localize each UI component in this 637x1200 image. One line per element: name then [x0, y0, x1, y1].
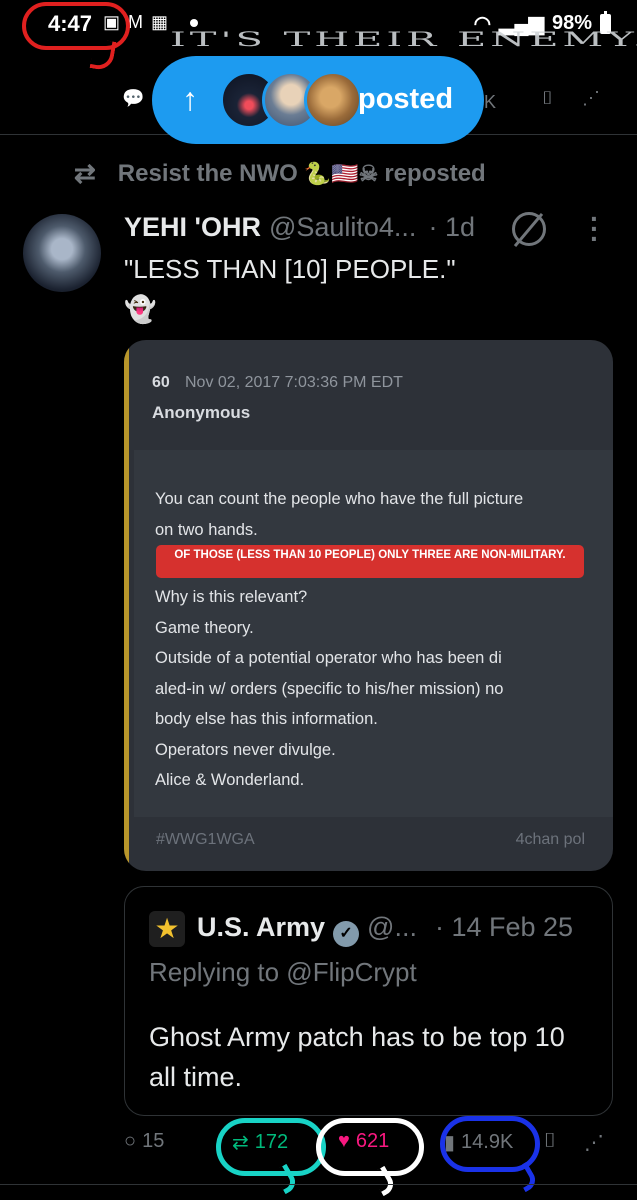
quoted-tweet[interactable]: ★ U.S. Army ✓ @... · 14 Feb 25 Replying … [124, 886, 613, 1116]
share-icon[interactable]: ⋰ [582, 88, 600, 109]
ghost-emoji: 👻 [124, 294, 157, 324]
post-line: Why is this relevant? [155, 588, 308, 606]
bookmark-icon[interactable]: ⌷ [542, 88, 553, 109]
avatar [304, 71, 362, 129]
quoted-tweet-header: U.S. Army ✓ @... · 14 Feb 25 [197, 912, 574, 947]
quoted-author-handle: @... [367, 912, 417, 942]
reposter-emojis: 🐍🇺🇸☠ [303, 160, 379, 186]
post-hashtag: #WWG1WGA [156, 831, 255, 848]
post-line: on two hands. [155, 520, 258, 539]
annotation-circle-cyan [216, 1118, 326, 1176]
bookmark-button[interactable]: ⌷ [544, 1130, 556, 1153]
share-icon: ⋰ [584, 1132, 604, 1154]
new-posts-pill[interactable]: ↑ posted [152, 56, 484, 144]
posted-label: posted [358, 83, 454, 115]
reposter-name: Resist the NWO [117, 159, 298, 187]
author-name[interactable]: YEHI 'OHR [124, 212, 261, 243]
previous-views-count: K [484, 92, 497, 112]
previous-tweet-heading: IT'S THEIR ENEMY. [170, 28, 637, 51]
post-date: Nov 02, 2017 7:03:36 PM EDT [185, 374, 403, 391]
quoted-tweet-time: · 14 Feb 25 [434, 912, 574, 942]
post-body: You can count the people who have the fu… [134, 450, 613, 817]
replying-to: Replying to @FlipCrypt [149, 957, 417, 987]
annotation-circle-white [316, 1118, 424, 1176]
post-highlight-banner: OF THOSE (LESS THAN 10 PEOPLE) ONLY THRE… [156, 545, 584, 578]
image-accent-bar [124, 340, 129, 871]
post-number: 60 [152, 374, 170, 391]
tweet-time[interactable]: · 1d [428, 212, 475, 243]
post-lines-bottom: Why is this relevant? Game theory. Outsi… [155, 582, 595, 796]
bookmark-icon: ⌷ [544, 1130, 556, 1152]
repost-indicator[interactable]: ⇄ Resist the NWO 🐍🇺🇸☠ reposted [74, 158, 486, 189]
post-source: 4chan pol [515, 831, 585, 848]
verified-badge-icon: ✓ [333, 921, 360, 947]
tweet-text: "LESS THAN [10] PEOPLE." [124, 254, 456, 284]
reply-icon: ○ [124, 1130, 137, 1152]
avatar[interactable] [23, 214, 101, 292]
quoted-tweet-text: Ghost Army patch has to be top 10 all ti… [149, 1022, 565, 1092]
post-line: aled-in w/ orders (specific to his/her m… [155, 679, 504, 698]
more-icon[interactable]: · · · [590, 205, 599, 253]
grok-icon[interactable] [512, 212, 546, 246]
post-line: Game theory. [155, 618, 254, 637]
divider [0, 1184, 637, 1185]
reposted-label: reposted [384, 159, 486, 187]
gmail-icon: M [128, 12, 144, 32]
post-line: Alice & Wonderland. [155, 771, 305, 789]
post-line: Outside of a potential operator who has … [155, 649, 502, 667]
post-lines-top: You can count the people who have the fu… [155, 484, 595, 545]
author-handle[interactable]: @Saulito4... [269, 212, 417, 243]
post-line: You can count the people who have the fu… [155, 490, 524, 508]
arrow-up-icon: ↑ [182, 81, 198, 117]
annotation-tail-red [89, 38, 117, 72]
post-author: Anonymous [152, 403, 251, 422]
reply-icon[interactable]: 💬 [122, 88, 144, 109]
post-line: body else has this information. [155, 710, 378, 728]
notification-dot-icon [190, 18, 199, 27]
reply-count: 15 [142, 1130, 165, 1152]
tweet-header: YEHI 'OHR @Saulito4... · 1d [124, 212, 475, 243]
post-line: Operators never divulge. [155, 740, 336, 759]
tweet-image[interactable]: 60 Nov 02, 2017 7:03:36 PM EDT Anonymous… [124, 340, 613, 871]
share-button[interactable]: ⋰ [584, 1130, 604, 1155]
reply-button[interactable]: ○ 15 [124, 1130, 164, 1153]
repost-icon: ⇄ [74, 158, 96, 188]
calendar-icon: ▦ [151, 12, 169, 32]
army-star-logo-icon: ★ [149, 911, 185, 947]
quoted-author-name: U.S. Army [197, 912, 326, 942]
